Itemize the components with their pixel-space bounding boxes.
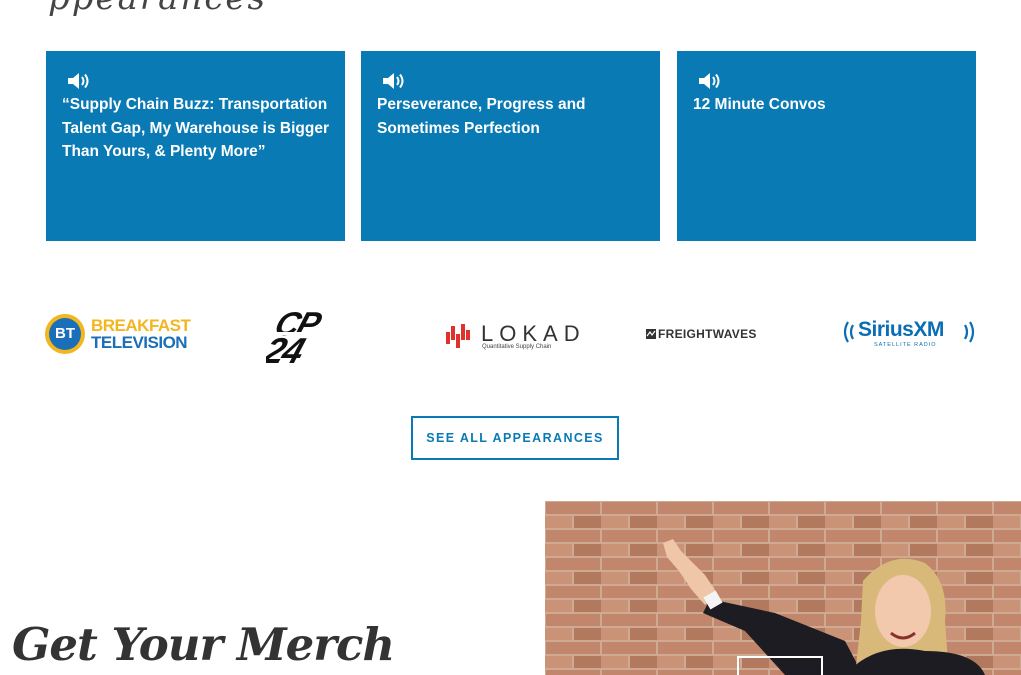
siriusxm-wordmark: SiriusXM — [858, 318, 944, 341]
media-logos-row: BT BREAKFAST TELEVISION CP 24 LOKAD Quan… — [0, 300, 1021, 370]
section-heading-script: ppearances — [48, 0, 267, 18]
podcast-title[interactable]: Perseverance, Progress and Sometimes Per… — [377, 93, 644, 140]
bt-badge-text: BT — [49, 318, 81, 350]
bt-badge-icon: BT — [45, 314, 85, 354]
bt-line2: TELEVISION — [91, 333, 188, 352]
podcast-title[interactable]: 12 Minute Convos — [693, 93, 960, 117]
siriusxm-tagline: SATELLITE RADIO — [874, 342, 937, 348]
freightwaves-mark-icon — [646, 329, 656, 339]
speaker-icon — [699, 73, 720, 89]
speaker-icon — [68, 73, 89, 89]
merch-photo — [545, 501, 1021, 675]
lokad-tagline: Quantitative Supply Chain — [482, 344, 552, 350]
podcast-card-3[interactable]: 12 Minute Convos — [677, 51, 976, 241]
svg-text:24: 24 — [266, 331, 309, 364]
speaker-icon — [383, 73, 404, 89]
bt-line1: BREAKFAST — [91, 316, 191, 335]
cp24-logo: CP 24 — [266, 306, 352, 364]
merch-heading: Get Your Merch — [12, 618, 395, 671]
podcast-title[interactable]: “Supply Chain Buzz: Transportation Talen… — [62, 93, 329, 164]
freightwaves-wordmark: FREIGHTWAVES — [658, 327, 757, 341]
bt-wordmark: BREAKFAST TELEVISION — [91, 316, 191, 352]
podcast-card-2[interactable]: Perseverance, Progress and Sometimes Per… — [361, 51, 660, 241]
podcast-card-1[interactable]: “Supply Chain Buzz: Transportation Talen… — [46, 51, 345, 241]
see-all-appearances-button[interactable]: SEE ALL APPEARANCES — [411, 416, 619, 460]
lokad-mark-icon — [446, 324, 470, 348]
